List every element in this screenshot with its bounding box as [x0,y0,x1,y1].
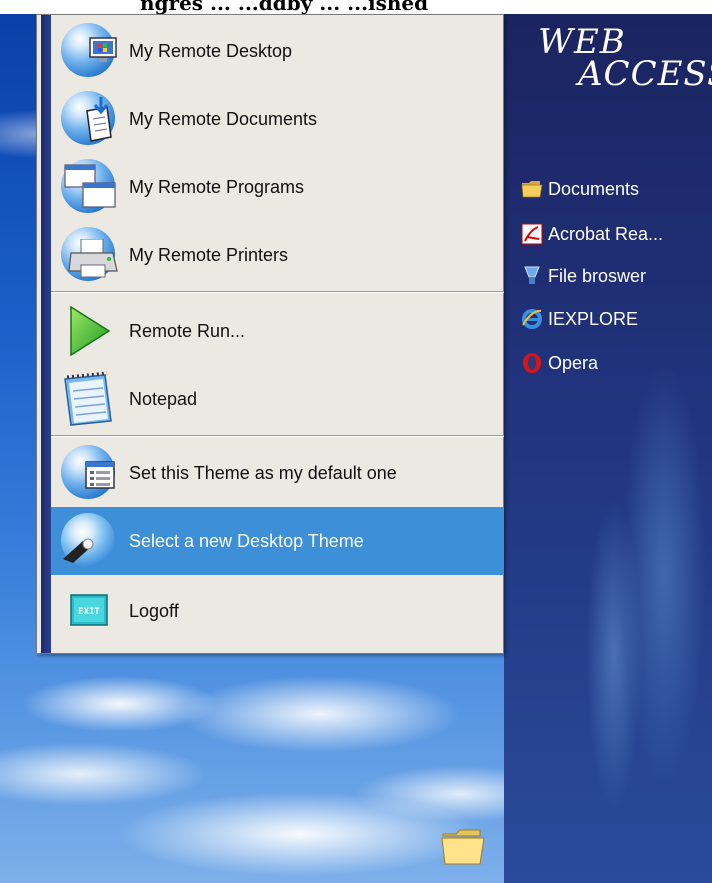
desktop-theme-icon [59,511,119,571]
menu-item-label: Set this Theme as my default one [129,462,397,483]
menu-item-notepad[interactable]: Notepad [59,365,504,433]
menu-item-label: Remote Run... [129,320,246,341]
folder-icon [520,177,544,201]
shortcut-opera[interactable]: Opera [520,348,706,378]
play-arrow-icon [59,301,119,361]
file-browser-icon [520,264,544,288]
remote-documents-icon [59,89,119,149]
exit-icon: EXIT [59,581,119,641]
shortcut-documents[interactable]: Documents [520,174,706,204]
menu-item-label: Select a new Desktop Theme [129,530,364,551]
svg-text:EXIT: EXIT [78,607,100,617]
set-theme-icon [59,443,119,503]
menu-separator [51,291,504,293]
menu-item-remote-programs[interactable]: My Remote Programs [59,153,504,221]
menu-separator [51,435,504,437]
menu-item-label: My Remote Programs [129,176,305,197]
menu-item-remote-run[interactable]: Remote Run... [59,297,504,365]
remote-desktop-icon [59,21,119,81]
start-menu-sidebar [41,15,51,653]
menu-item-label: My Remote Desktop [129,40,293,61]
shortcut-iexplore[interactable]: IEXPLORE [520,304,706,334]
start-menu: My Remote Desktop My Remote Documents My… [36,14,504,654]
menu-item-remote-documents[interactable]: My Remote Documents [59,85,504,153]
notepad-icon [59,369,119,429]
shortcut-label: IEXPLORE [548,308,639,329]
menu-item-remote-desktop[interactable]: My Remote Desktop [59,17,504,85]
caption-strip: ngrés ... ...ddby ... ...ished [0,0,712,14]
opera-icon [520,351,544,375]
menu-item-label: Logoff [129,600,179,621]
internet-explorer-icon [520,307,544,331]
shortcut-label: Opera [548,352,599,373]
web-access-logo: WEB ACCESS [534,20,712,94]
shortcut-file-browser[interactable]: File broswer [520,261,706,291]
menu-item-label: Notepad [129,388,198,409]
menu-item-set-default-theme[interactable]: Set this Theme as my default one [59,439,504,507]
menu-item-label: My Remote Documents [129,108,318,129]
shortcut-label: Documents [548,178,640,199]
caption-text: ngrés ... ...ddby ... ...ished [140,0,429,14]
shortcut-acrobat[interactable]: Acrobat Rea... [520,219,706,249]
menu-item-remote-printers[interactable]: My Remote Printers [59,221,504,289]
shortcut-label: Acrobat Rea... [548,223,664,244]
remote-programs-icon [59,157,119,217]
menu-item-select-desktop-theme[interactable]: Select a new Desktop Theme [51,507,504,575]
shortcut-label: File broswer [548,265,647,286]
side-panel: WEB ACCESS Documents Acrobat Rea... File… [504,14,712,883]
desktop-folder-icon[interactable] [440,826,486,866]
acrobat-icon [520,222,544,246]
remote-printers-icon [59,225,119,285]
logo-line2: ACCESS [578,54,712,94]
menu-item-logoff[interactable]: EXIT Logoff [59,577,504,645]
menu-item-label: My Remote Printers [129,244,289,265]
